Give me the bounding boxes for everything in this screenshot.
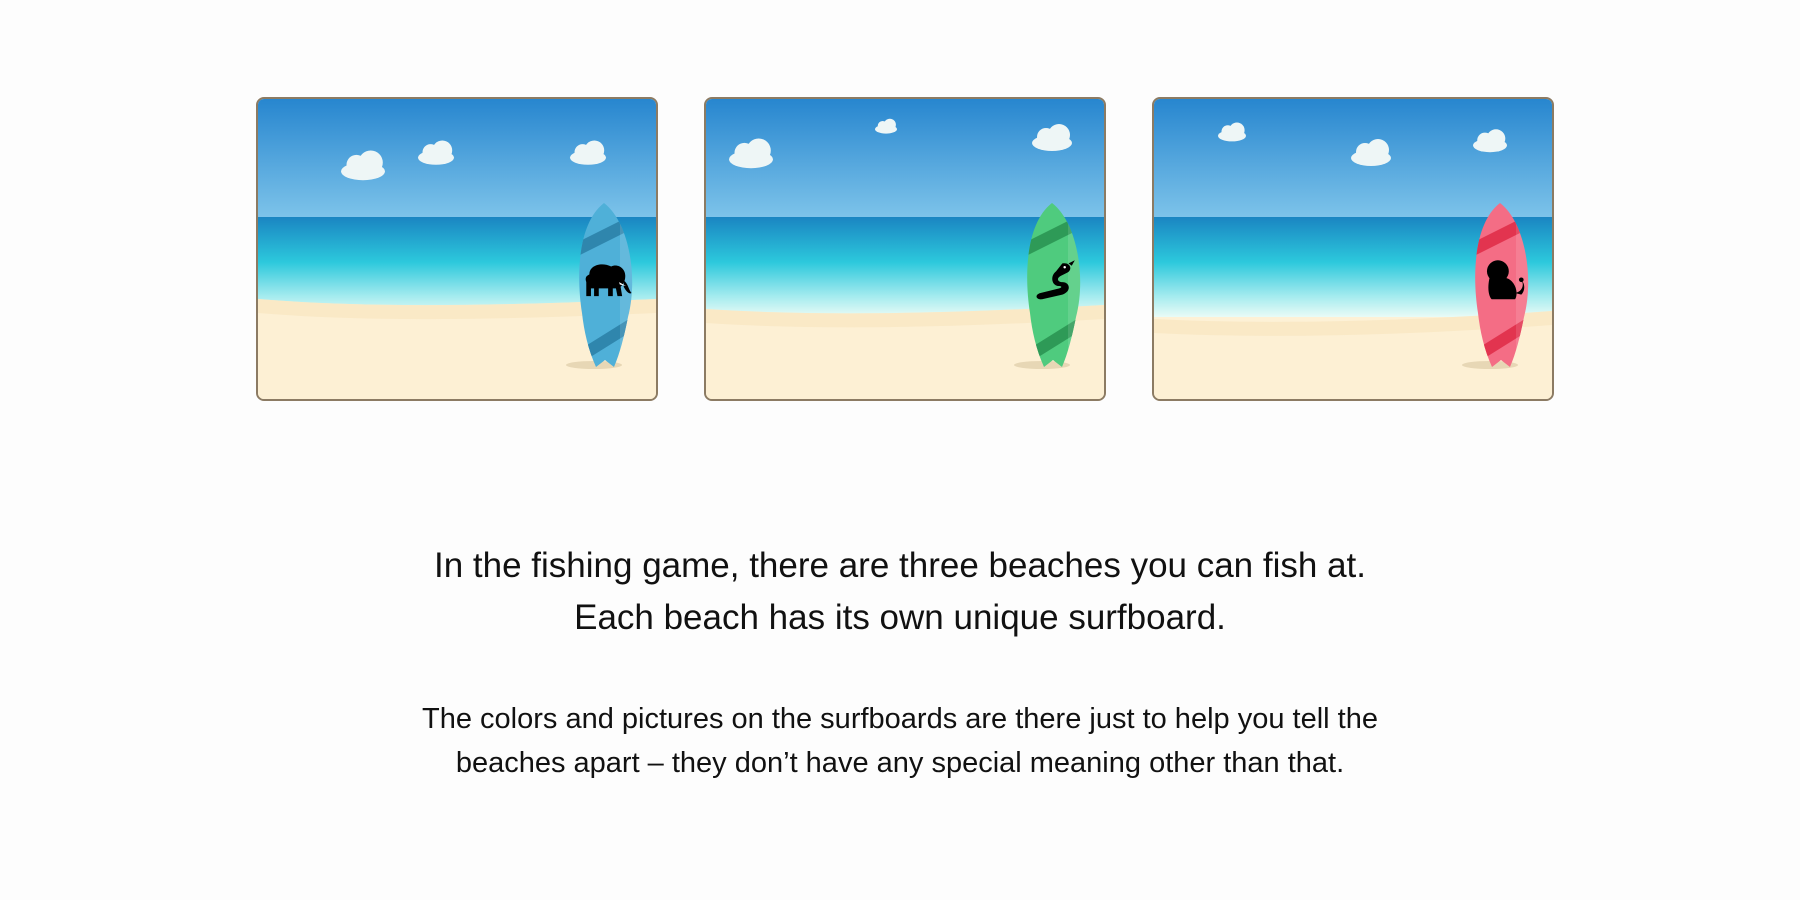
- beach-card-3: [1152, 97, 1554, 401]
- beaches-row: [256, 97, 1554, 401]
- intro-line-2: Each beach has its own unique surfboard.: [574, 598, 1226, 637]
- intro-line-1: In the fishing game, there are three bea…: [434, 546, 1366, 585]
- beach-scene: [706, 99, 1104, 399]
- intro-text: In the fishing game, there are three bea…: [0, 540, 1800, 644]
- beach-card-2: [704, 97, 1106, 401]
- note-line-2: beaches apart – they don’t have any spec…: [455, 747, 1345, 779]
- beach-scene: [258, 99, 656, 399]
- beach-card-1: [256, 97, 658, 401]
- note-line-1: The colors and pictures on the surfboard…: [422, 703, 1378, 735]
- beach-scene: [1154, 99, 1552, 399]
- note-text: The colors and pictures on the surfboard…: [0, 697, 1800, 785]
